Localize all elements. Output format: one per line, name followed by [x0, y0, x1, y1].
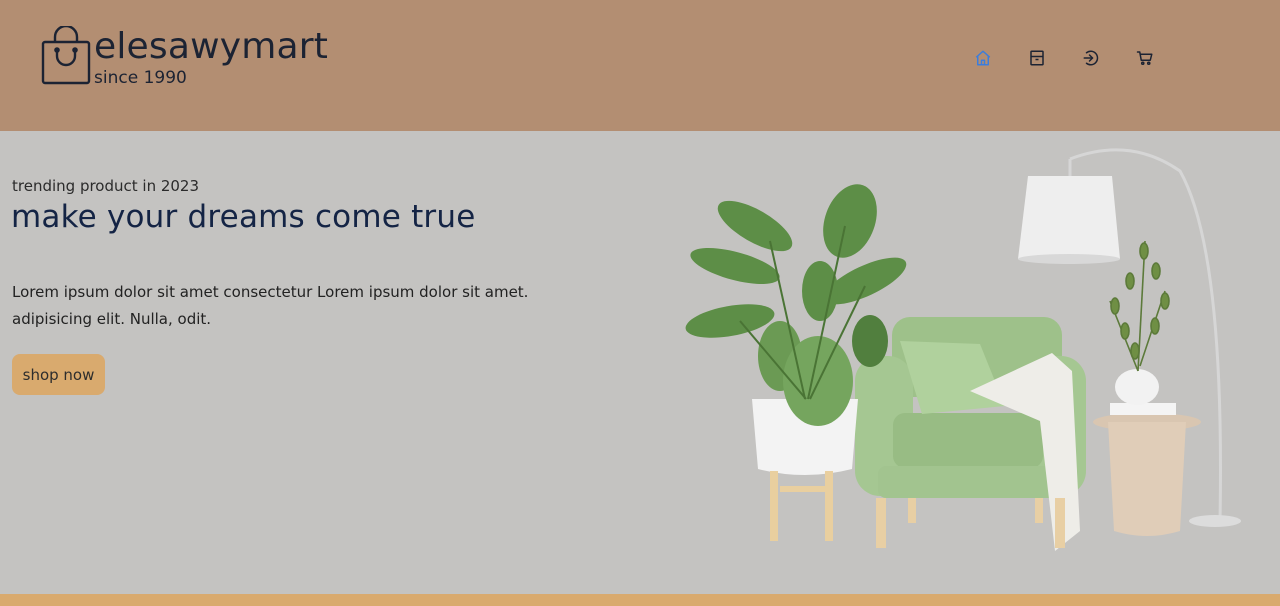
site-header: elesawymart since 1990 — [0, 0, 1280, 131]
brand-since: since 1990 — [94, 68, 187, 88]
brand-name: elesawymart — [94, 26, 329, 67]
nav-store[interactable] — [1028, 48, 1082, 68]
nav-home[interactable] — [974, 48, 1028, 68]
shopping-bag-icon — [41, 26, 91, 85]
hero-description: Lorem ipsum dolor sit amet consectetur L… — [12, 283, 529, 328]
shop-now-button[interactable]: shop now — [12, 354, 105, 395]
home-icon — [975, 50, 991, 66]
hero-section: trending product in 2023 make your dream… — [0, 131, 1280, 594]
nav-login[interactable] — [1082, 48, 1136, 68]
hero-tagline: trending product in 2023 — [12, 177, 200, 195]
store-icon — [1030, 50, 1044, 66]
hero-headline: make your dreams come true — [11, 199, 476, 235]
hero-image — [685, 148, 1241, 551]
cart-icon — [1136, 51, 1153, 66]
footer-accent-bar — [0, 594, 1280, 606]
login-icon — [1083, 50, 1099, 66]
nav-cart[interactable] — [1136, 48, 1190, 68]
main-nav — [974, 48, 1190, 68]
logo[interactable]: elesawymart since 1990 — [40, 26, 328, 88]
